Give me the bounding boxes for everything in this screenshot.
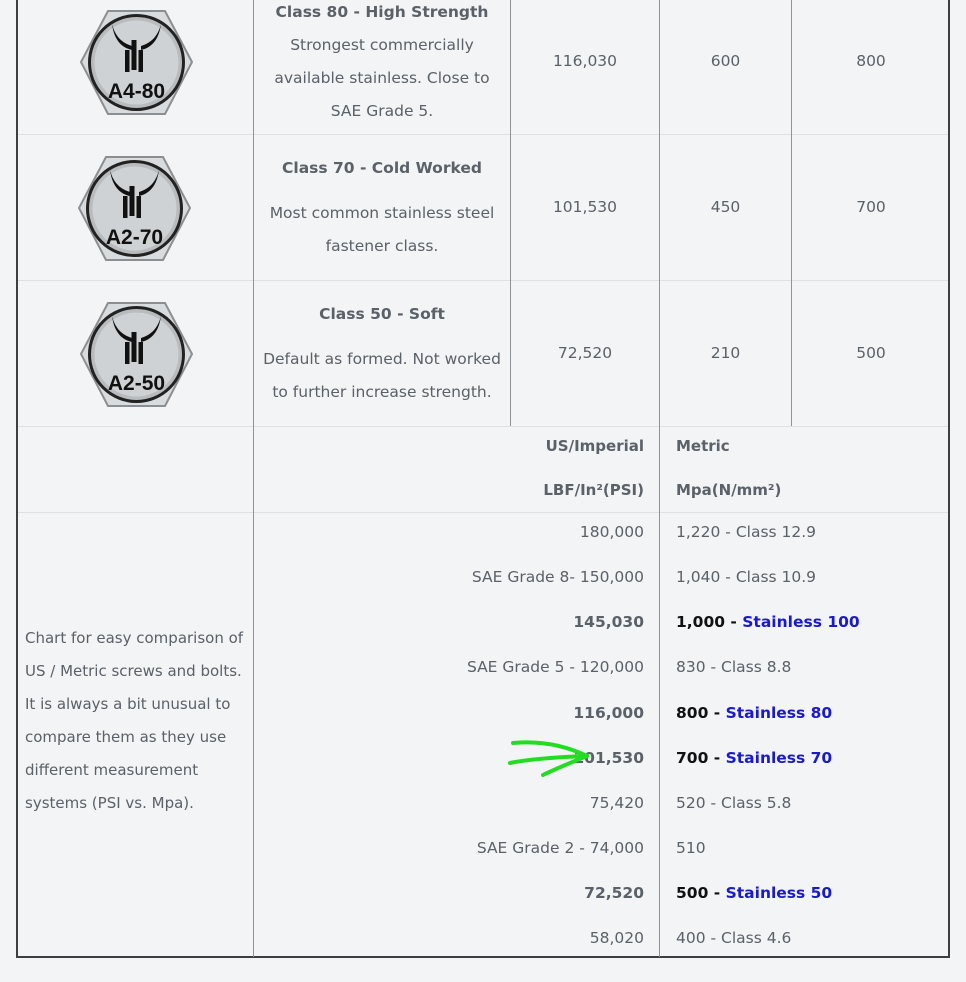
- psi-cell: 58,020: [589, 929, 644, 947]
- a2-70-badge-icon: A2-70: [77, 156, 192, 265]
- mpa-cell: 800 - Stainless 80: [676, 704, 832, 722]
- mpa-value: 800 -: [676, 704, 726, 722]
- mpa-cell: 1,220 - Class 12.9: [676, 523, 817, 541]
- us-imperial-header: US/Imperial: [545, 437, 644, 455]
- tensile-value: 500: [856, 344, 886, 362]
- badge-label: A4-80: [108, 80, 165, 103]
- row-divider: [18, 134, 948, 135]
- psi-value: 72,520: [557, 344, 613, 362]
- stainless-70-link[interactable]: Stainless 70: [726, 749, 833, 767]
- mpa-value: 700 -: [676, 749, 726, 767]
- mpa-cell: 830 - Class 8.8: [676, 658, 792, 676]
- comparison-note: Chart for easy comparison of US / Metric…: [25, 629, 244, 812]
- class-description-cell: Class 70 - Cold Worked Most common stain…: [262, 152, 502, 263]
- psi-cell: SAE Grade 5 - 120,000: [466, 658, 644, 676]
- class-description-cell: Class 50 - Soft Default as formed. Not w…: [262, 298, 502, 409]
- mpa-value: 500 -: [676, 884, 726, 902]
- psi-cell: 75,420: [589, 794, 644, 812]
- mpa-cell: 700 - Stainless 70: [676, 749, 832, 767]
- column-divider: [659, 0, 660, 957]
- row-divider: [18, 280, 948, 281]
- yield-value: 450: [710, 198, 741, 216]
- metric-header: Metric: [676, 437, 730, 455]
- row-divider: [18, 512, 948, 513]
- class-description-cell: Class 80 - High Strength Strongest comme…: [262, 0, 502, 128]
- class-description: Strongest commercially available stainle…: [274, 36, 490, 120]
- class-description: Default as formed. Not worked to further…: [263, 350, 501, 401]
- a2-50-badge-icon: A2-50: [79, 302, 194, 411]
- class-description: Most common stainless steel fastener cla…: [269, 204, 495, 255]
- tensile-value: 800: [856, 52, 886, 70]
- mpa-cell: 520 - Class 5.8: [676, 794, 792, 812]
- green-arrow-icon: [505, 735, 595, 785]
- badge-label: A2-50: [108, 372, 165, 395]
- psi-cell: 72,520: [584, 884, 644, 902]
- tensile-value: 700: [856, 198, 886, 216]
- mpa-cell: 500 - Stainless 50: [676, 884, 832, 902]
- psi-cell: 116,000: [573, 704, 644, 722]
- class-title: Class 80 - High Strength: [275, 3, 489, 21]
- column-divider: [253, 0, 254, 957]
- a4-80-badge-icon: A4-80: [79, 10, 194, 119]
- class-title: Class 50 - Soft: [319, 305, 445, 323]
- row-divider: [18, 426, 948, 427]
- psi-cell: SAE Grade 2 - 74,000: [476, 839, 644, 857]
- class-title: Class 70 - Cold Worked: [282, 159, 482, 177]
- yield-value: 600: [710, 52, 741, 70]
- psi-cell: 145,030: [573, 613, 644, 631]
- mpa-value: 1,000 -: [676, 613, 743, 631]
- stainless-100-link[interactable]: Stainless 100: [742, 613, 859, 631]
- mpa-cell: 1,000 - Stainless 100: [676, 613, 860, 631]
- stainless-80-link[interactable]: Stainless 80: [726, 704, 833, 722]
- mpa-cell: 1,040 - Class 10.9: [676, 568, 817, 586]
- mpa-cell: 510: [676, 839, 706, 857]
- stainless-50-link[interactable]: Stainless 50: [726, 884, 833, 902]
- badge-label: A2-70: [106, 226, 163, 249]
- psi-value: 101,530: [552, 198, 618, 216]
- psi-cell: 180,000: [579, 523, 644, 541]
- mpa-cell: 400 - Class 4.6: [676, 929, 792, 947]
- mpa-unit-header: Mpa(N/mm²): [676, 481, 782, 499]
- yield-value: 210: [710, 344, 741, 362]
- psi-value: 116,030: [552, 52, 618, 70]
- psi-cell: SAE Grade 8- 150,000: [471, 568, 644, 586]
- psi-unit-header: LBF/In²(PSI): [543, 481, 644, 499]
